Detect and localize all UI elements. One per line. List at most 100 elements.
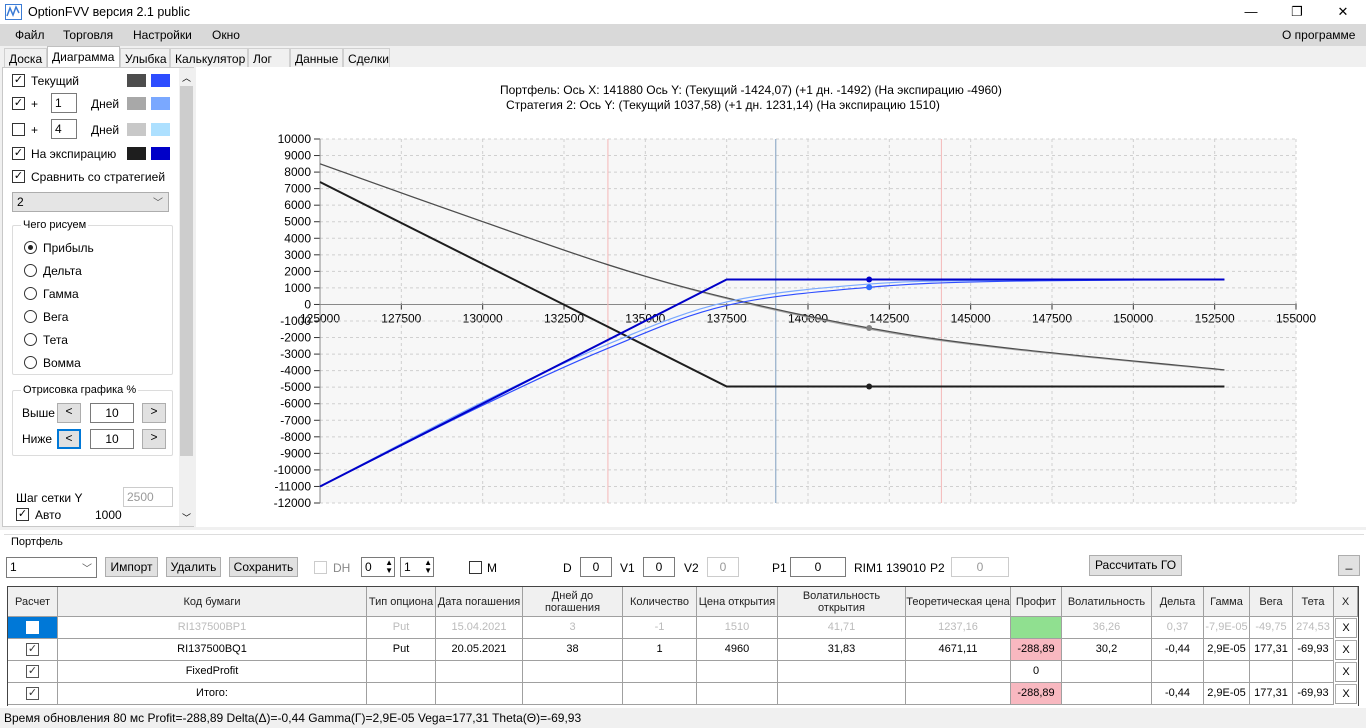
table-cell[interactable]: 2,9E-05 bbox=[1204, 639, 1250, 661]
column-header[interactable]: Тип опциона bbox=[367, 587, 436, 617]
table-cell[interactable]: Итого: bbox=[58, 683, 367, 705]
table-cell[interactable]: Put bbox=[367, 639, 436, 661]
table-cell[interactable]: -1 bbox=[623, 617, 697, 639]
table-cell[interactable]: 31,83 bbox=[778, 639, 906, 661]
p1-input[interactable]: 0 bbox=[790, 557, 846, 577]
table-cell[interactable]: 177,31 bbox=[1250, 639, 1293, 661]
column-header[interactable]: Профит bbox=[1011, 587, 1062, 617]
table-cell[interactable] bbox=[523, 661, 623, 683]
table-cell[interactable] bbox=[367, 683, 436, 705]
remove-row-button[interactable]: X bbox=[1335, 618, 1357, 638]
table-cell[interactable]: 4960 bbox=[697, 639, 778, 661]
table-cell[interactable]: -0,44 bbox=[1152, 683, 1204, 705]
table-cell[interactable]: -288,89 bbox=[1011, 639, 1062, 661]
table-cell[interactable] bbox=[1011, 617, 1062, 639]
remove-row-button[interactable]: X bbox=[1335, 662, 1357, 682]
column-header[interactable]: Цена открытия bbox=[697, 587, 778, 617]
table-cell[interactable] bbox=[436, 683, 523, 705]
column-header[interactable]: Дней до погашения bbox=[523, 587, 623, 617]
remove-row-button[interactable]: X bbox=[1335, 684, 1357, 704]
column-header[interactable]: Расчет bbox=[8, 587, 58, 617]
table-cell[interactable]: 36,26 bbox=[1062, 617, 1152, 639]
table-cell[interactable]: -288,89 bbox=[1011, 683, 1062, 705]
table-cell[interactable]: -49,75 bbox=[1250, 617, 1293, 639]
table-cell[interactable]: 1 bbox=[623, 639, 697, 661]
table-cell[interactable]: 3 bbox=[523, 617, 623, 639]
spinner-arrows-icon[interactable]: ▲ ▼ bbox=[424, 559, 432, 575]
table-cell[interactable] bbox=[1250, 661, 1293, 683]
column-header[interactable]: Вега bbox=[1250, 587, 1293, 617]
dh-checkbox[interactable] bbox=[314, 561, 327, 574]
table-cell[interactable]: 20.05.2021 bbox=[436, 639, 523, 661]
portfolio-select[interactable]: 1 ﹀ bbox=[6, 557, 97, 578]
d-input[interactable]: 0 bbox=[580, 557, 612, 577]
table-cell[interactable] bbox=[778, 683, 906, 705]
table-cell[interactable] bbox=[906, 661, 1011, 683]
payoff-chart[interactable]: 125000 127500 130000 132500 135000 137500 1400… bbox=[0, 0, 1366, 528]
table-cell[interactable] bbox=[436, 661, 523, 683]
table-cell[interactable]: -7,9E-05 bbox=[1204, 617, 1250, 639]
column-header[interactable]: X bbox=[1334, 587, 1358, 617]
table-cell[interactable] bbox=[1293, 661, 1334, 683]
spinner-arrows-icon[interactable]: ▲ ▼ bbox=[385, 559, 393, 575]
table-cell[interactable]: 15.04.2021 bbox=[436, 617, 523, 639]
table-cell[interactable]: 1510 bbox=[697, 617, 778, 639]
m-checkbox[interactable] bbox=[469, 561, 482, 574]
table-cell[interactable]: 1237,16 bbox=[906, 617, 1011, 639]
table-cell[interactable]: -69,93 bbox=[1293, 639, 1334, 661]
x-tick-label: 147500 bbox=[1032, 311, 1072, 325]
column-header[interactable]: Тета bbox=[1293, 587, 1334, 617]
minimize-panel-button[interactable]: _ bbox=[1338, 555, 1360, 576]
portfolio-table: Расчет Код бумаги Тип опциона Дата погашени… bbox=[7, 586, 1359, 706]
table-cell[interactable] bbox=[1062, 683, 1152, 705]
table-cell[interactable]: 274,53 bbox=[1293, 617, 1334, 639]
table-cell[interactable] bbox=[1152, 661, 1204, 683]
table-cell[interactable] bbox=[367, 661, 436, 683]
spin2-input[interactable]: 1 ▲ ▼ bbox=[400, 557, 434, 577]
calc-cell[interactable]: ✓ bbox=[8, 639, 58, 661]
table-cell[interactable]: -69,93 bbox=[1293, 683, 1334, 705]
table-cell[interactable]: Put bbox=[367, 617, 436, 639]
table-cell[interactable] bbox=[1204, 661, 1250, 683]
delete-button[interactable]: Удалить bbox=[166, 557, 221, 577]
table-cell[interactable]: 4671,11 bbox=[906, 639, 1011, 661]
spin1-input[interactable]: 0 ▲ ▼ bbox=[361, 557, 395, 577]
column-header[interactable]: Дата погашения bbox=[436, 587, 523, 617]
table-cell[interactable]: RI137500BP1 bbox=[58, 617, 367, 639]
column-header[interactable]: Количество bbox=[623, 587, 697, 617]
table-cell[interactable] bbox=[697, 683, 778, 705]
save-button[interactable]: Сохранить bbox=[229, 557, 298, 577]
table-cell[interactable] bbox=[1062, 661, 1152, 683]
calc-go-button[interactable]: Рассчитать ГО bbox=[1089, 555, 1182, 576]
column-header[interactable]: Волатильность открытия bbox=[778, 587, 906, 617]
column-header[interactable]: Теоретическая цена bbox=[906, 587, 1011, 617]
v1-input[interactable]: 0 bbox=[643, 557, 675, 577]
table-cell[interactable]: FixedProfit bbox=[58, 661, 367, 683]
calc-cell[interactable]: ✓ bbox=[8, 683, 58, 705]
table-cell[interactable] bbox=[697, 661, 778, 683]
table-cell[interactable]: 2,9E-05 bbox=[1204, 683, 1250, 705]
table-cell[interactable]: 0,37 bbox=[1152, 617, 1204, 639]
table-cell[interactable]: 41,71 bbox=[778, 617, 906, 639]
calc-cell[interactable] bbox=[8, 617, 58, 639]
table-cell[interactable] bbox=[623, 683, 697, 705]
column-header[interactable]: Дельта bbox=[1152, 587, 1204, 617]
table-cell[interactable]: 38 bbox=[523, 639, 623, 661]
column-header[interactable]: Волатильность bbox=[1062, 587, 1152, 617]
p2-input[interactable]: 0 bbox=[951, 557, 1009, 577]
table-cell[interactable]: RI137500BQ1 bbox=[58, 639, 367, 661]
table-cell[interactable]: 177,31 bbox=[1250, 683, 1293, 705]
import-button[interactable]: Импорт bbox=[105, 557, 158, 577]
table-cell[interactable]: -0,44 bbox=[1152, 639, 1204, 661]
table-cell[interactable] bbox=[523, 683, 623, 705]
v2-input[interactable]: 0 bbox=[707, 557, 739, 577]
table-cell[interactable] bbox=[623, 661, 697, 683]
table-cell[interactable] bbox=[906, 683, 1011, 705]
table-cell[interactable] bbox=[778, 661, 906, 683]
table-cell[interactable]: 0 bbox=[1011, 661, 1062, 683]
table-cell[interactable]: 30,2 bbox=[1062, 639, 1152, 661]
column-header[interactable]: Гамма bbox=[1204, 587, 1250, 617]
calc-cell[interactable]: ✓ bbox=[8, 661, 58, 683]
remove-row-button[interactable]: X bbox=[1335, 640, 1357, 660]
column-header[interactable]: Код бумаги bbox=[58, 587, 367, 617]
